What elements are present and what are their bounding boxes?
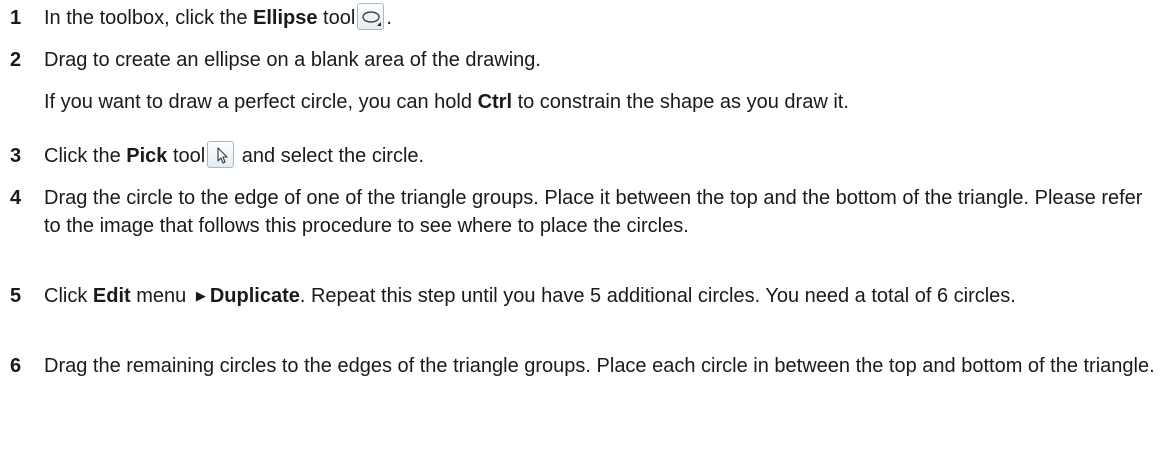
step-text-part: . Repeat this step until you have 5 addi… [299,285,1016,307]
step-number: 1 [10,7,22,29]
ctrl-key-name: Ctrl [477,91,513,113]
ellipse-tool-icon[interactable] [357,3,385,31]
menu-arrow-icon: ▶ [195,288,206,303]
step-text-part: Click [44,285,93,307]
step-text: In the toolbox, click the Ellipse tool . [44,3,1164,32]
step-number: 6 [10,355,22,377]
step-text-part: tool [317,7,356,29]
step-text: Drag the circle to the edge of one of th… [44,187,1143,237]
step-text-part: menu [130,285,192,307]
step-text-part: Click the [44,145,127,167]
note-text-part: If you want to draw a perfect circle, yo… [44,91,478,113]
duplicate-command-name: Duplicate [209,285,300,307]
step-text-part: tool [167,145,206,167]
step-number: 2 [10,49,22,71]
ellipse-tool-name: Ellipse [253,7,318,29]
step-text: Click Edit menu ▶ Duplicate. Repeat this … [44,282,1164,310]
step-text: Click the Pick tool and select the circl… [44,141,1164,170]
pick-tool-name: Pick [126,145,168,167]
step-text: Drag the remaining circles to the edges … [44,355,1155,377]
note-text-part: to constrain the shape as you draw it. [512,91,849,113]
step-text-part: . [386,7,392,29]
step-text: Drag to create an ellipse on a blank are… [44,49,541,71]
step-number: 3 [10,145,22,167]
step-number: 5 [10,285,22,307]
pick-tool-icon[interactable] [207,141,235,169]
step-text-part: In the toolbox, click the [44,7,254,29]
edit-menu-name: Edit [92,285,131,307]
step-text-part: and select the circle. [236,145,425,167]
note-text: If you want to draw a perfect circle, yo… [44,88,1164,116]
step-number: 4 [10,187,22,209]
